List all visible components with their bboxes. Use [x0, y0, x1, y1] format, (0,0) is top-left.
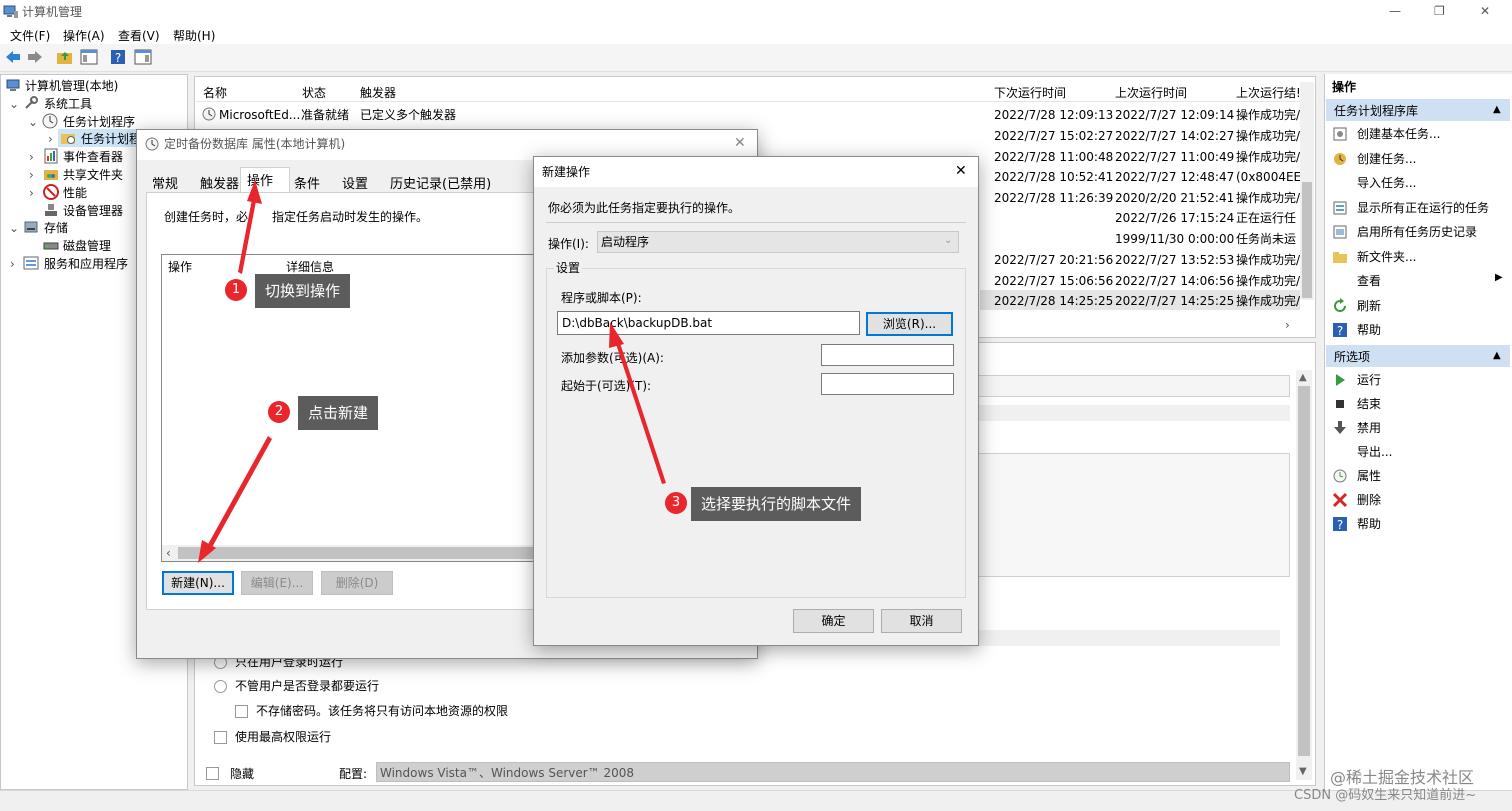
annotation-callout-1: 切换到操作 [255, 274, 351, 308]
arrow-3 [614, 337, 666, 484]
annotation-arrows [198, 180, 666, 563]
arrow-1-head [247, 180, 262, 204]
watermark-juejin: @稀土掘金技术社区 [1330, 768, 1475, 787]
watermark-csdn: CSDN @码奴生来只知道前进~ [1294, 788, 1477, 803]
annotation-badge-3: 3 [665, 492, 687, 514]
arrow-1 [238, 194, 257, 274]
annotation-callout-3: 选择要执行的脚本文件 [691, 487, 862, 521]
arrow-3-head [609, 322, 624, 348]
annotation-badge-1: 1 [225, 279, 247, 301]
annotation-badge-2: 2 [268, 401, 290, 423]
arrow-2 [206, 436, 272, 551]
annotation-callout-2: 点击新建 [298, 396, 379, 430]
